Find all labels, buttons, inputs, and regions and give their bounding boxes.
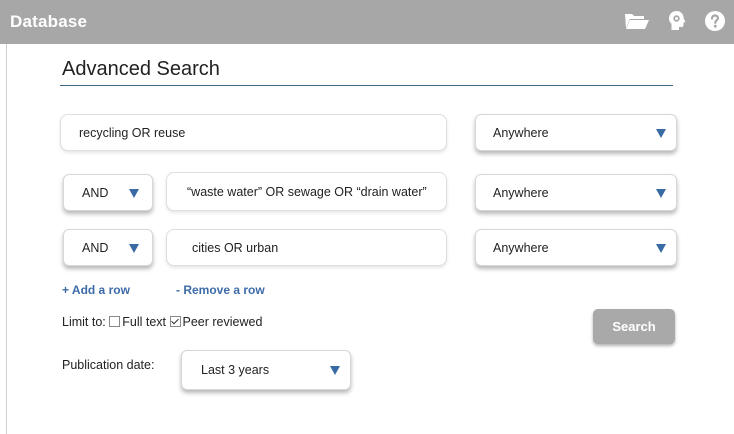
field-select-value: Anywhere — [493, 125, 549, 140]
operator-select-row-2[interactable]: AND — [63, 174, 153, 211]
field-select-row-3[interactable]: Anywhere — [475, 229, 677, 266]
chevron-down-icon — [656, 243, 666, 253]
search-input-row-1[interactable]: recycling OR reuse — [60, 114, 447, 151]
chevron-down-icon — [129, 188, 139, 198]
field-select-row-2[interactable]: Anywhere — [475, 174, 677, 211]
peer-reviewed-checkbox[interactable] — [169, 316, 181, 327]
add-row-link[interactable]: + Add a row — [62, 283, 130, 297]
search-input-row-2[interactable]: “waste water” OR sewage OR “drain water” — [166, 172, 447, 211]
operator-select-value: AND — [82, 240, 109, 255]
search-input-value: recycling OR reuse — [79, 125, 186, 140]
full-text-label: Full text — [122, 315, 167, 329]
chevron-down-icon — [656, 128, 666, 138]
chevron-down-icon — [656, 188, 666, 198]
page-title: Advanced Search — [62, 58, 220, 80]
chevron-down-icon — [129, 243, 139, 253]
frame-border — [6, 44, 7, 434]
limit-to: Limit to: Full text Peer reviewed — [62, 315, 262, 329]
limit-to-label: Limit to: — [62, 315, 106, 329]
toolbar-icons — [624, 10, 726, 32]
head-gear-icon[interactable] — [666, 10, 688, 32]
publication-date-value: Last 3 years — [201, 363, 270, 377]
field-select-value: Anywhere — [493, 240, 549, 255]
peer-reviewed-label: Peer reviewed — [182, 315, 263, 329]
app-title: Database — [10, 12, 88, 31]
search-input-value: “waste water” OR sewage OR “drain water” — [187, 184, 427, 199]
full-text-checkbox[interactable] — [109, 316, 121, 327]
operator-select-value: AND — [82, 185, 109, 200]
publication-date-label: Publication date: — [62, 358, 155, 372]
field-select-row-1[interactable]: Anywhere — [475, 114, 677, 151]
field-select-value: Anywhere — [493, 185, 549, 200]
search-input-row-3[interactable]: cities OR urban — [166, 229, 447, 266]
publication-date-select[interactable]: Last 3 years — [181, 350, 351, 390]
top-bar: Database — [0, 0, 734, 44]
search-input-value: cities OR urban — [192, 240, 279, 255]
operator-select-row-3[interactable]: AND — [63, 229, 153, 266]
title-divider — [60, 85, 673, 86]
remove-row-link[interactable]: - Remove a row — [176, 283, 265, 297]
chevron-down-icon — [330, 365, 340, 375]
folder-open-icon[interactable] — [624, 11, 650, 31]
help-icon[interactable] — [704, 10, 726, 32]
search-button[interactable]: Search — [593, 309, 675, 344]
